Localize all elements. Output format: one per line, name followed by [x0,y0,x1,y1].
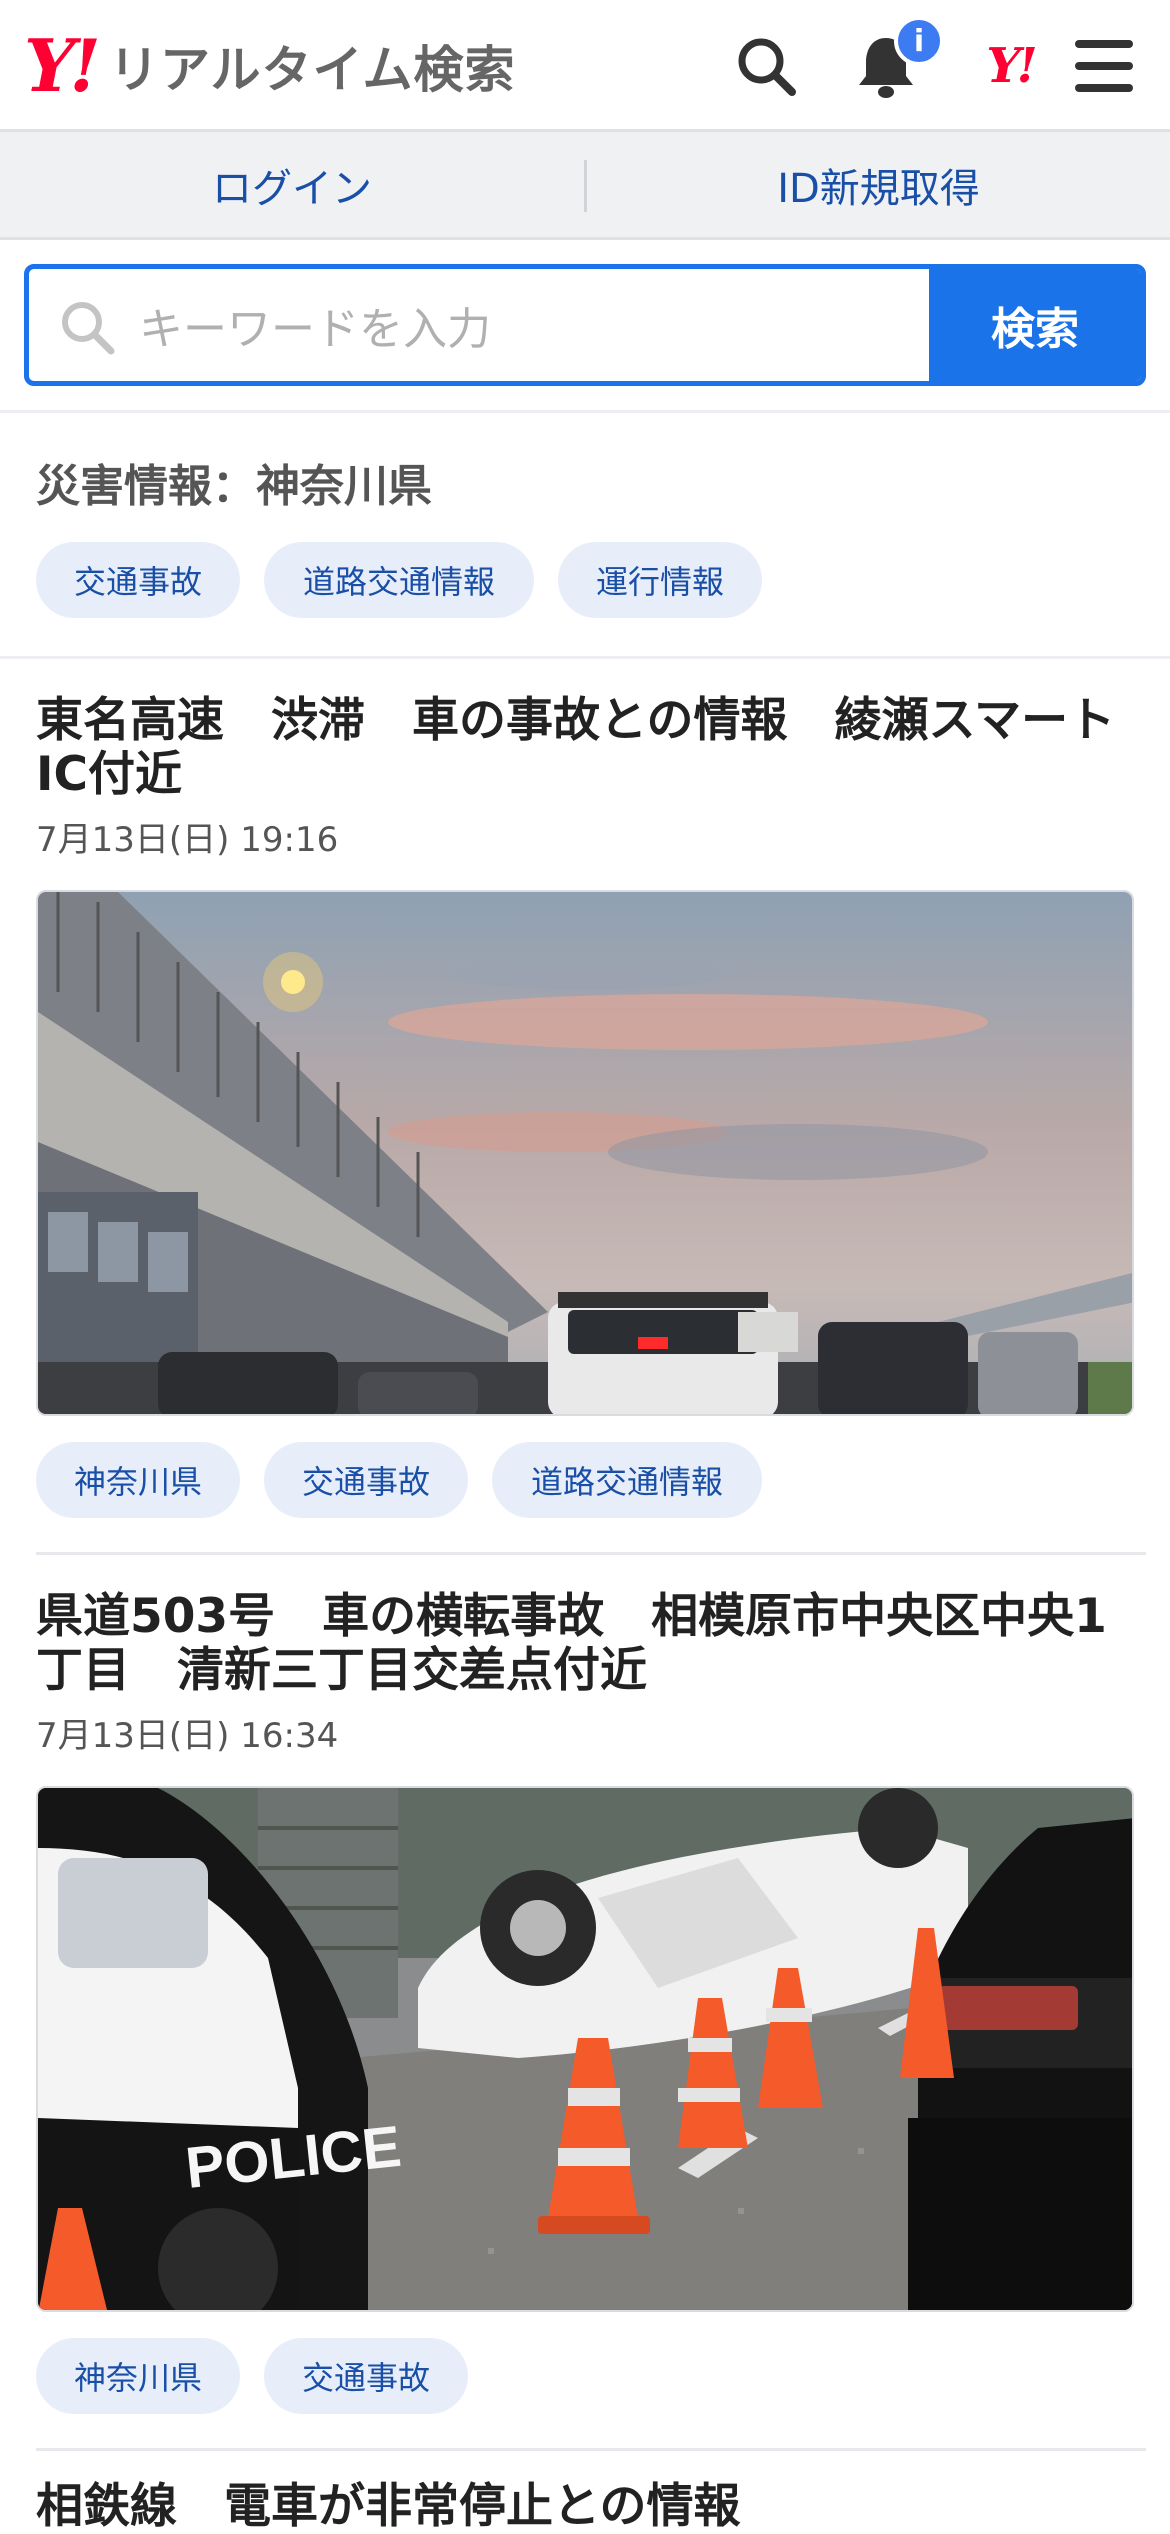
divider [36,1552,1146,1555]
search-field-icon [57,297,117,357]
search-input[interactable]: キーワードを入力 [139,269,939,381]
article-title[interactable]: 相鉄線 電車が非常停止との情報 [36,2480,1136,2534]
search-button[interactable]: 検索 [929,269,1141,381]
yahoo-logo-mark: Y! [24,23,101,108]
tag-chip[interactable]: 道路交通情報 [492,1442,762,1518]
yahoo-realtime-logo[interactable]: Y! リアルタイム検索 [24,26,516,106]
divider [0,410,1170,413]
tag-chip[interactable]: 道路交通情報 [264,542,534,618]
article-date: 7月13日(日) 19:16 [36,820,339,860]
yahoo-mark: Y! [986,38,1037,94]
app-header: Y! リアルタイム検索 i Y! [0,0,1170,132]
search-form: キーワードを入力 検索 [24,264,1146,386]
signup-link[interactable]: ID新規取得 [587,132,1170,237]
notification-badge[interactable]: i [894,16,944,66]
tag-chip[interactable]: 交通事故 [264,2338,468,2414]
tag-chip[interactable]: 交通事故 [264,1442,468,1518]
divider [0,656,1170,659]
tag-chip[interactable]: 交通事故 [36,542,240,618]
article-date: 7月13日(日) 16:34 [36,1716,339,1756]
tag-chip[interactable]: 運行情報 [558,542,762,618]
login-link[interactable]: ログイン [0,132,584,237]
article-photo-traffic-jam[interactable] [36,890,1134,1416]
article-photo-overturned-car[interactable]: POLICE [36,1786,1134,2312]
yahoo-japan-icon[interactable]: Y! [966,28,1054,104]
site-title: リアルタイム検索 [109,41,516,99]
article-title[interactable]: 県道503号 車の横転事故 相模原市中央区中央1丁目 清新三丁目交差点付近 [36,1590,1136,1698]
article-title[interactable]: 東名高速 渋滞 車の事故との情報 綾瀬スマートIC付近 [36,694,1136,802]
tag-chip[interactable]: 神奈川県 [36,1442,240,1518]
search-icon[interactable] [728,28,804,104]
tag-chip[interactable]: 神奈川県 [36,2338,240,2414]
disaster-info-title: 災害情報：神奈川県 [36,461,432,512]
hamburger-menu-icon[interactable] [1066,28,1142,104]
account-bar: ログイン ID新規取得 [0,132,1170,240]
divider [36,2448,1146,2451]
